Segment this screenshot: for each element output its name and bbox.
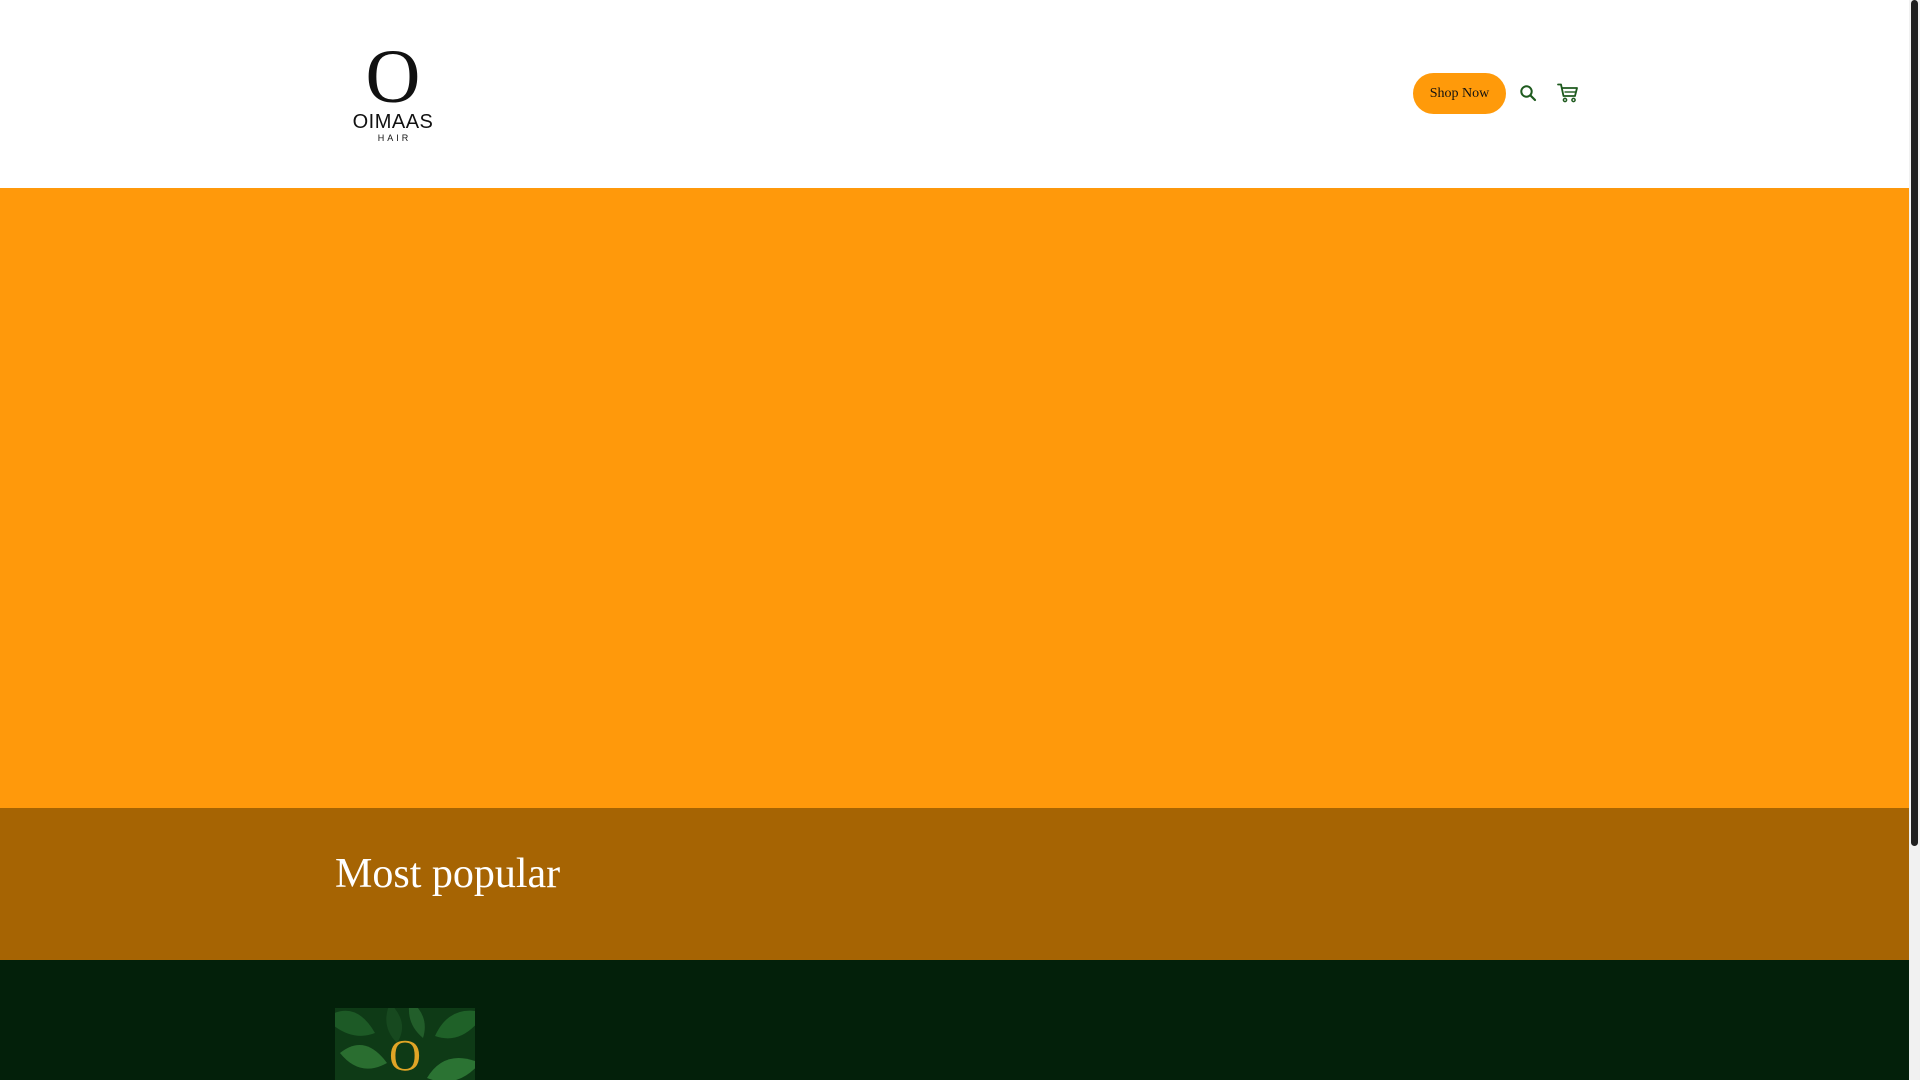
- scrollbar-thumb[interactable]: [1911, 0, 1918, 846]
- logo-subtitle: HAIR: [377, 133, 412, 143]
- leaf-logo-graphic: O: [335, 1008, 475, 1080]
- logo-mark: O: [365, 35, 421, 119]
- section-title: Most popular: [335, 851, 561, 897]
- footer-logo-mark: O: [389, 1031, 421, 1080]
- site-logo[interactable]: O OIMAAS HAIR: [350, 35, 436, 144]
- scrollbar[interactable]: [1909, 0, 1920, 1080]
- footer-logo-image: O: [335, 1008, 475, 1080]
- page: O OIMAAS HAIR Shop Now Most popular O: [0, 0, 1920, 1080]
- search-button[interactable]: [1515, 80, 1541, 106]
- site-header: O OIMAAS HAIR Shop Now: [0, 0, 1909, 188]
- logo-name: OIMAAS: [352, 111, 434, 133]
- most-popular-section: Most popular: [0, 808, 1909, 960]
- cart-button[interactable]: [1555, 80, 1581, 106]
- site-footer: O: [0, 960, 1909, 1080]
- shop-now-button[interactable]: Shop Now: [1413, 73, 1506, 114]
- hero-banner: [0, 188, 1909, 808]
- cart-icon: [1557, 83, 1578, 103]
- search-icon: [1520, 85, 1537, 102]
- page-content: O OIMAAS HAIR Shop Now Most popular O: [0, 0, 1909, 1080]
